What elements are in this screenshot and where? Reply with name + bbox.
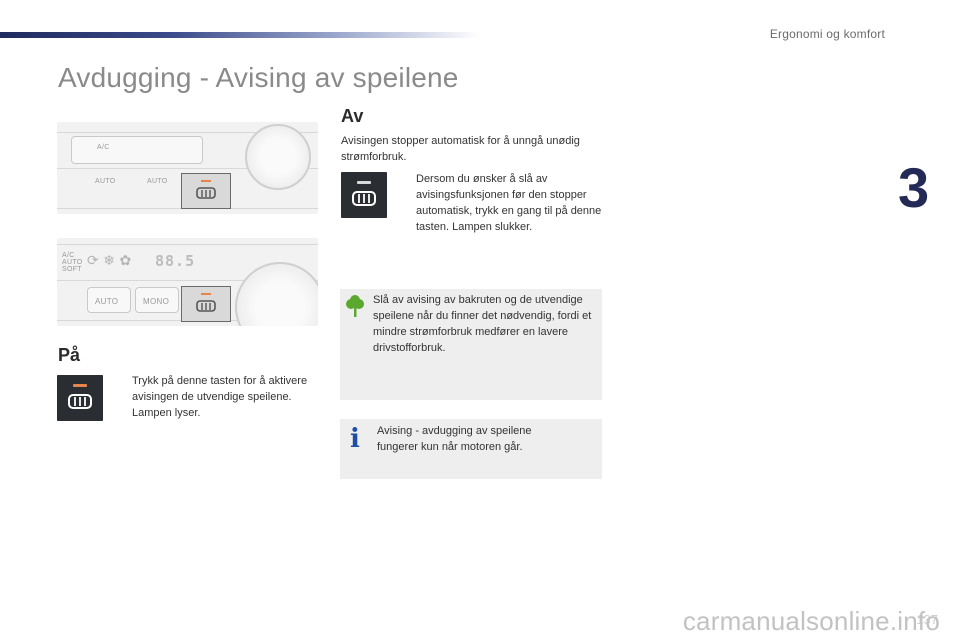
ac-button-drawing — [71, 136, 203, 164]
section-heading-off: Av — [341, 106, 364, 126]
section-heading-on: På — [58, 345, 81, 365]
off-button-icon-box — [341, 172, 387, 218]
mirror-defrost-button-highlighted — [181, 173, 231, 209]
panel-icons: ⟳ ❄ ✿ — [87, 252, 132, 268]
auto-label-1: AUTO — [95, 178, 116, 185]
rotary-knob — [245, 124, 311, 190]
auto-label-2: AUTO — [147, 178, 168, 185]
soft-label: SOFT — [62, 266, 82, 273]
info-note-text: Avising - avdugging av speilene fungerer… — [377, 425, 532, 453]
info-icon: i — [350, 424, 360, 454]
rotary-knob-partial — [235, 262, 318, 326]
mirror-defrost-button-highlighted — [181, 286, 231, 322]
ac-label: A/C — [97, 144, 110, 151]
eco-tip-text: Slå av avising av bakruten og de utvendi… — [373, 294, 592, 354]
mirror-defrost-icon — [196, 300, 216, 312]
off-intro-text: Avisingen stopper automatisk for å unngå… — [341, 135, 580, 163]
temperature-display: 88.5 — [155, 252, 196, 270]
section-title: Ergonomi og komfort — [769, 27, 885, 41]
auto-button-label: AUTO — [95, 297, 119, 306]
mono-button-label: MONO — [143, 297, 170, 306]
lamp-off-indicator — [357, 181, 371, 184]
mirror-defrost-icon — [352, 191, 376, 206]
ac-label: A/C — [62, 252, 75, 259]
page-title: Avdugging - Avising av speilene — [58, 62, 459, 93]
off-instruction-text: Dersom du ønsker å slå av avisingsfunksj… — [416, 173, 602, 233]
mirror-defrost-icon — [196, 187, 216, 199]
lamp-on-indicator — [73, 384, 87, 387]
mirror-defrost-icon — [68, 394, 92, 409]
tree-icon — [346, 295, 364, 317]
auto-label: AUTO — [62, 259, 83, 266]
watermark: carmanualsonline.info — [682, 606, 940, 636]
header-gradient-bar — [0, 32, 480, 38]
climate-panel-illustration-top: A/C AUTO AUTO — [57, 122, 318, 214]
on-button-icon-box — [57, 375, 103, 421]
climate-panel-illustration-bottom: A/C AUTO SOFT ⟳ ❄ ✿ 88.5 AUTO MONO — [57, 238, 318, 326]
on-instruction-text: Trykk på denne tasten for å aktivere avi… — [132, 375, 308, 419]
chapter-number: 3 — [898, 156, 930, 219]
